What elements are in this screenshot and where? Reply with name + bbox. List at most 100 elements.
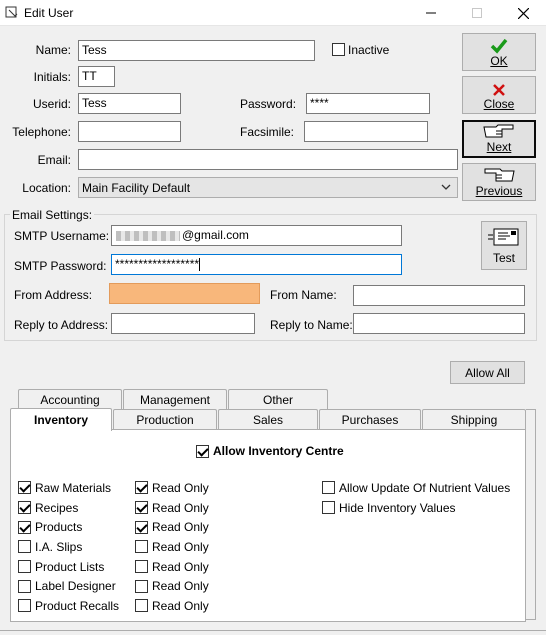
tab-accounting[interactable]: Accounting <box>18 389 122 409</box>
read-only-checkbox[interactable] <box>135 560 148 574</box>
item-checkbox[interactable] <box>18 520 31 534</box>
smtp-username-field[interactable]: @gmail.com <box>111 225 402 246</box>
list-item[interactable]: Product Recalls Read Only <box>18 596 209 616</box>
test-button[interactable]: Test <box>481 221 527 270</box>
app-icon <box>5 6 18 18</box>
read-only-checkbox[interactable] <box>135 599 148 613</box>
list-item[interactable]: Label Designer Read Only <box>18 576 209 596</box>
location-value: Main Facility Default <box>82 181 191 195</box>
facsimile-label: Facsimile: <box>240 125 295 139</box>
next-button[interactable]: Next <box>462 120 536 158</box>
envelope-icon <box>488 228 519 245</box>
list-item[interactable]: I.A. Slips Read Only <box>18 537 209 557</box>
list-item[interactable]: Raw Materials Read Only <box>18 478 209 498</box>
facsimile-field[interactable] <box>304 121 428 142</box>
read-only-checkbox[interactable] <box>135 540 148 554</box>
allow-all-button[interactable]: Allow All <box>450 361 525 384</box>
item-checkbox[interactable] <box>18 579 31 593</box>
hide-inventory-values-row[interactable]: Hide Inventory Values <box>322 498 510 518</box>
reply-name-label: Reply to Name: <box>270 318 353 332</box>
pointing-hand-left-icon <box>484 168 515 182</box>
telephone-field[interactable] <box>78 121 181 142</box>
previous-button[interactable]: Previous <box>462 163 536 201</box>
name-label: Name: <box>35 43 71 57</box>
close-button[interactable]: Close <box>462 76 536 114</box>
item-checkbox[interactable] <box>18 560 31 574</box>
smtp-username-label: SMTP Username: <box>14 229 110 243</box>
reply-address-field[interactable] <box>111 313 255 334</box>
nutrient-values-checkbox[interactable] <box>322 481 335 495</box>
read-only-checkbox[interactable] <box>135 579 148 593</box>
name-field[interactable]: Tess <box>78 40 315 61</box>
tab-production[interactable]: Production <box>113 409 217 429</box>
previous-label: Previous <box>475 184 523 198</box>
inventory-permission-list: Raw Materials Read Only Recipes Read Onl… <box>18 478 209 616</box>
list-item[interactable]: Recipes Read Only <box>18 498 209 518</box>
password-field[interactable]: **** <box>306 93 430 114</box>
read-only-label: Read Only <box>152 480 209 495</box>
userid-field[interactable]: Tess <box>78 93 181 114</box>
selected-tab-joiner <box>11 428 111 431</box>
tab-shipping[interactable]: Shipping <box>422 409 526 429</box>
item-label: Raw Materials <box>35 480 112 495</box>
inactive-label: Inactive <box>348 43 390 57</box>
smtp-password-label: SMTP Password: <box>14 259 107 273</box>
item-checkbox[interactable] <box>18 501 31 515</box>
maximize-icon <box>472 8 482 18</box>
read-only-label: Read Only <box>152 579 209 594</box>
reply-name-field[interactable] <box>353 313 525 334</box>
hide-inventory-values-label: Hide Inventory Values <box>339 500 456 515</box>
inventory-extra-options: Allow Update Of Nutrient Values Hide Inv… <box>322 478 510 517</box>
list-item[interactable]: Product Lists Read Only <box>18 557 209 577</box>
email-field[interactable] <box>78 149 458 170</box>
smtp-password-field[interactable]: ****************** <box>111 254 402 275</box>
read-only-checkbox[interactable] <box>135 501 148 515</box>
item-checkbox[interactable] <box>18 599 31 613</box>
reply-address-label: Reply to Address: <box>14 318 109 332</box>
read-only-label: Read Only <box>152 500 209 515</box>
allow-inventory-centre-label: Allow Inventory Centre <box>213 444 344 458</box>
item-checkbox[interactable] <box>18 481 31 495</box>
userid-label: Userid: <box>32 97 71 111</box>
from-name-field[interactable] <box>353 285 525 306</box>
initials-field[interactable]: TT <box>78 66 115 87</box>
read-only-label: Read Only <box>152 539 209 554</box>
test-label: Test <box>492 250 515 265</box>
item-checkbox[interactable] <box>18 540 31 554</box>
read-only-label: Read Only <box>152 520 209 535</box>
item-label: I.A. Slips <box>35 539 83 554</box>
allow-inventory-centre-row[interactable]: Allow Inventory Centre <box>196 444 344 458</box>
read-only-checkbox[interactable] <box>135 520 148 534</box>
email-label: Email: <box>37 153 71 167</box>
initials-label: Initials: <box>33 70 71 84</box>
hide-inventory-values-checkbox[interactable] <box>322 501 335 515</box>
allow-inventory-centre-checkbox[interactable] <box>196 444 209 458</box>
tab-purchases[interactable]: Purchases <box>319 409 421 429</box>
item-label: Product Lists <box>35 559 105 574</box>
tab-management[interactable]: Management <box>123 389 227 409</box>
tab-sales[interactable]: Sales <box>218 409 318 429</box>
minimize-button[interactable] <box>408 0 454 26</box>
tab-other[interactable]: Other <box>228 389 328 409</box>
close-icon <box>517 7 529 19</box>
from-address-field[interactable] <box>109 283 260 304</box>
next-label: Next <box>486 140 512 154</box>
nutrient-values-row[interactable]: Allow Update Of Nutrient Values <box>322 478 510 498</box>
read-only-checkbox[interactable] <box>135 481 148 495</box>
from-address-label: From Address: <box>14 288 93 302</box>
read-only-label: Read Only <box>152 559 209 574</box>
window-close-button[interactable] <box>500 0 546 26</box>
ok-button[interactable]: OK <box>462 33 536 71</box>
minimize-icon <box>426 12 436 14</box>
inactive-checkbox[interactable] <box>332 43 345 56</box>
maximize-button <box>454 0 500 26</box>
chevron-down-icon <box>441 184 451 190</box>
location-label: Location: <box>22 181 71 195</box>
smtp-username-value: @gmail.com <box>182 228 249 242</box>
smtp-password-value: ****************** <box>115 257 200 271</box>
nutrient-values-label: Allow Update Of Nutrient Values <box>339 480 511 495</box>
location-select[interactable]: Main Facility Default <box>78 177 458 198</box>
list-item[interactable]: Products Read Only <box>18 517 209 537</box>
redacted-blur <box>116 231 180 241</box>
checkmark-icon <box>490 38 508 54</box>
